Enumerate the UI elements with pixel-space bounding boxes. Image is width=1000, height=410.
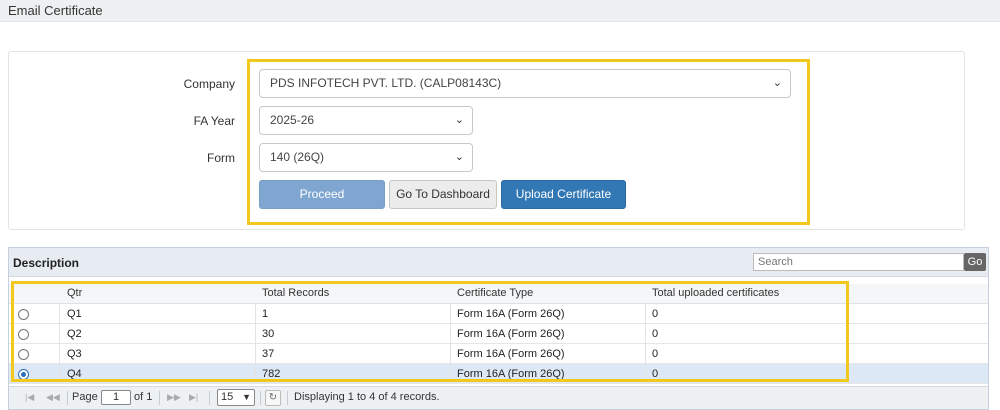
chevron-down-icon: ⌄ xyxy=(772,77,782,89)
cell-total-records: 782 xyxy=(262,368,281,380)
grid-title: Description xyxy=(13,256,80,270)
fa-year-select-value: 2025-26 xyxy=(270,113,315,127)
go-to-dashboard-button[interactable]: Go To Dashboard xyxy=(389,180,497,209)
next-page-icon[interactable]: ▶▶ xyxy=(167,392,181,403)
row-radio[interactable] xyxy=(18,329,29,340)
cell-uploaded: 0 xyxy=(652,328,659,340)
cell-certificate-type: Form 16A (Form 26Q) xyxy=(457,348,565,360)
form-label: Form xyxy=(207,151,235,165)
proceed-button[interactable]: Proceed xyxy=(259,180,385,209)
company-select-value: PDS INFOTECH PVT. LTD. (CALP08143C) xyxy=(270,76,502,90)
chevron-down-icon: ▼ xyxy=(242,392,251,402)
cell-certificate-type: Form 16A (Form 26Q) xyxy=(457,308,565,320)
chevron-down-icon: ⌄ xyxy=(454,114,464,126)
fa-year-select[interactable]: 2025-26 ⌄ xyxy=(259,106,473,135)
cell-qtr: Q2 xyxy=(67,328,82,340)
row-radio[interactable] xyxy=(18,349,29,360)
first-page-icon[interactable]: |◀ xyxy=(25,392,34,403)
row-radio[interactable] xyxy=(18,309,29,320)
prev-page-icon[interactable]: ◀◀ xyxy=(46,392,60,403)
form-select[interactable]: 140 (26Q) ⌄ xyxy=(259,143,473,172)
cell-certificate-type: Form 16A (Form 26Q) xyxy=(457,328,565,340)
cell-total-records: 1 xyxy=(262,308,269,320)
table-row[interactable]: Q2 30 Form 16A (Form 26Q) 0 xyxy=(9,324,988,344)
page-label: Page xyxy=(72,391,98,403)
row-radio-selected[interactable] xyxy=(18,369,29,380)
cell-total-records: 37 xyxy=(262,348,275,360)
page-title: Email Certificate xyxy=(8,3,103,18)
table-row[interactable]: Q4 782 Form 16A (Form 26Q) 0 xyxy=(9,364,988,384)
column-header-qtr[interactable]: Qtr xyxy=(67,287,82,299)
pager-status: Displaying 1 to 4 of 4 records. xyxy=(294,391,440,403)
top-bar: Email Certificate xyxy=(0,0,1000,22)
fa-year-label: FA Year xyxy=(193,114,235,128)
company-label: Company xyxy=(183,77,235,91)
search-input[interactable] xyxy=(753,253,964,271)
form-select-value: 140 (26Q) xyxy=(270,150,325,164)
cell-qtr: Q1 xyxy=(67,308,82,320)
cell-qtr: Q3 xyxy=(67,348,82,360)
table-row[interactable]: Q3 37 Form 16A (Form 26Q) 0 xyxy=(9,344,988,364)
cell-qtr: Q4 xyxy=(67,368,82,380)
cell-certificate-type: Form 16A (Form 26Q) xyxy=(457,368,565,380)
grid-column-header: Qtr Total Records Certificate Type Total… xyxy=(9,284,988,304)
page-size-value: 15 xyxy=(221,391,234,403)
refresh-icon[interactable]: ↻ xyxy=(265,390,281,406)
column-header-certificate-type[interactable]: Certificate Type xyxy=(457,287,533,299)
page-size-select[interactable]: 15 ▼ xyxy=(217,389,255,406)
page-count-label: of 1 xyxy=(134,391,153,403)
cell-uploaded: 0 xyxy=(652,348,659,360)
pager: |◀ ◀◀ Page 1 of 1 ▶▶ ▶| 15 ▼ ↻ Displayin… xyxy=(9,386,988,409)
cell-uploaded: 0 xyxy=(652,368,659,380)
column-header-total-uploaded[interactable]: Total uploaded certificates xyxy=(652,287,779,299)
column-header-total-records[interactable]: Total Records xyxy=(262,287,329,299)
chevron-down-icon: ⌄ xyxy=(454,151,464,163)
grid-header: Description Go xyxy=(9,248,988,277)
upload-certificate-button[interactable]: Upload Certificate xyxy=(501,180,626,209)
page-number-input[interactable]: 1 xyxy=(101,390,131,405)
last-page-icon[interactable]: ▶| xyxy=(189,392,198,403)
grid-panel: Description Go Qtr Total Records Certifi… xyxy=(8,247,989,410)
go-button[interactable]: Go xyxy=(964,253,986,271)
company-select[interactable]: PDS INFOTECH PVT. LTD. (CALP08143C) ⌄ xyxy=(259,69,791,98)
cell-uploaded: 0 xyxy=(652,308,659,320)
cell-total-records: 30 xyxy=(262,328,275,340)
table-row[interactable]: Q1 1 Form 16A (Form 26Q) 0 xyxy=(9,304,988,324)
